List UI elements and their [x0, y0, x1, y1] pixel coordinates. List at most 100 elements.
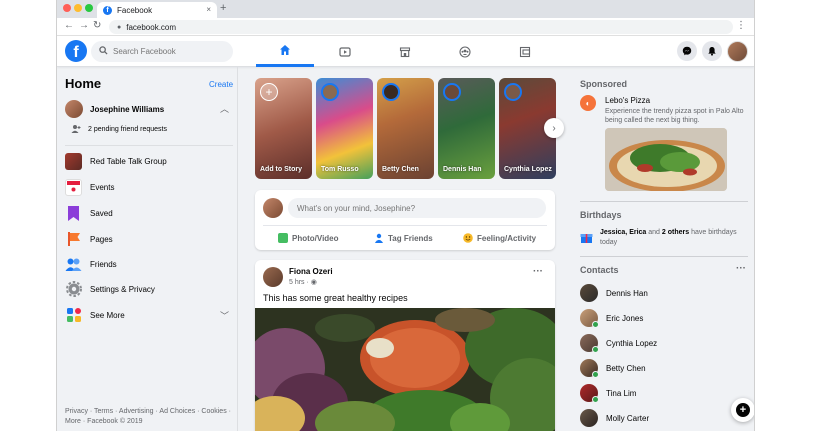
feeling-activity-button[interactable]: Feeling/Activity — [463, 231, 536, 245]
online-indicator — [592, 321, 599, 328]
tab-gaming[interactable] — [496, 36, 554, 67]
avatar — [263, 198, 283, 218]
avatar — [580, 309, 599, 328]
avatar — [443, 83, 461, 101]
video-icon — [339, 46, 351, 57]
post-options-button[interactable]: ··· — [533, 266, 543, 277]
online-indicator — [592, 346, 599, 353]
create-link[interactable]: Create — [209, 80, 233, 89]
sidebar-item-label: See More — [90, 310, 125, 320]
left-sidebar: Home Create Josephine Williams ︿ 2 pendi… — [57, 67, 238, 431]
window-minimize-button[interactable] — [74, 4, 82, 12]
online-indicator — [592, 371, 599, 378]
post-timestamp[interactable]: 5 hrs · ◉ — [289, 278, 317, 286]
sidebar-item-saved[interactable]: Saved — [65, 203, 233, 223]
browser-tab-title: Facebook — [117, 5, 153, 15]
chevron-up-icon[interactable]: ︿ — [220, 102, 229, 115]
post-text: This has some great healthy recipes — [263, 293, 408, 303]
browser-tab-strip: f Facebook × + — [57, 0, 754, 18]
new-tab-button[interactable]: + — [220, 2, 226, 14]
sidebar-item-friends[interactable]: Friends — [65, 254, 233, 274]
group-photo-icon — [65, 152, 82, 170]
gift-icon — [580, 234, 593, 243]
contact-item[interactable]: Tina Lim — [580, 384, 750, 403]
sidebar-item-label: Red Table Talk Group — [90, 156, 167, 166]
address-bar[interactable]: ● facebook.com — [109, 20, 733, 34]
tag-friends-button[interactable]: Tag Friends — [374, 231, 433, 245]
chevron-right-icon[interactable]: › — [544, 118, 564, 138]
sidebar-item-pages[interactable]: Pages — [65, 229, 233, 249]
messenger-button[interactable] — [677, 41, 697, 61]
post-photo[interactable] — [255, 308, 555, 431]
ad-title[interactable]: Lebo's Pizza — [605, 96, 650, 105]
vegetables-photo — [255, 308, 555, 431]
story-card[interactable]: Dennis Han — [438, 78, 495, 179]
avatar — [382, 83, 400, 101]
facebook-top-nav: f — [57, 36, 754, 67]
contact-item[interactable]: Cynthia Lopez — [580, 334, 750, 353]
contact-name: Dennis Han — [606, 288, 648, 298]
tab-home[interactable] — [256, 36, 314, 67]
birthday-others: 2 others — [661, 229, 690, 236]
story-name: Add to Story — [260, 166, 302, 173]
contacts-options-button[interactable]: ··· — [736, 263, 746, 274]
search-input[interactable] — [113, 47, 223, 56]
browser-menu-button[interactable]: ⋮ — [736, 20, 746, 31]
back-button[interactable]: ← — [64, 20, 74, 31]
contact-item[interactable]: Molly Carter — [580, 409, 750, 427]
birthday-text[interactable]: Jessica, Erica and 2 others have birthda… — [600, 228, 750, 248]
tab-close-icon[interactable]: × — [206, 5, 211, 14]
post-author[interactable]: Fiona Ozeri — [289, 267, 333, 276]
avatar — [504, 83, 522, 101]
avatar — [580, 334, 599, 353]
storefront-icon — [399, 46, 411, 57]
ad-image[interactable] — [605, 128, 727, 191]
tab-watch[interactable] — [316, 36, 374, 67]
browser-toolbar: ← → ↻ ● facebook.com ⋮ — [57, 18, 754, 36]
contact-item[interactable]: Betty Chen — [580, 359, 750, 378]
account-avatar[interactable] — [727, 41, 748, 62]
window-close-button[interactable] — [63, 4, 71, 12]
gaming-icon — [519, 46, 531, 57]
pizza-icon[interactable]: ◐ — [580, 95, 596, 111]
tab-marketplace[interactable] — [376, 36, 434, 67]
friends-icon — [65, 256, 82, 273]
chevron-down-icon: ﹀ — [219, 311, 229, 321]
window-zoom-button[interactable] — [85, 4, 93, 12]
new-message-button[interactable]: + — [731, 398, 754, 422]
birthday-connector: and — [646, 229, 662, 236]
photo-video-button[interactable]: Photo/Video — [278, 231, 339, 245]
forward-button[interactable]: → — [79, 20, 89, 31]
tab-groups[interactable] — [436, 36, 494, 67]
avatar — [580, 359, 599, 378]
sidebar-item-settings[interactable]: Settings & Privacy — [65, 279, 233, 299]
profile-link[interactable]: Josephine Williams ︿ — [65, 99, 233, 119]
footer-links[interactable]: Privacy · Terms · Advertising · Ad Choic… — [65, 407, 235, 427]
tag-friends-icon — [374, 233, 384, 243]
divider — [580, 256, 748, 257]
photo-icon — [278, 233, 288, 243]
reload-button[interactable]: ↻ — [93, 20, 101, 31]
contact-item[interactable]: Eric Jones — [580, 309, 750, 328]
profile-name: Josephine Williams — [90, 104, 165, 114]
status-input[interactable] — [288, 198, 546, 218]
avatar — [580, 409, 598, 427]
browser-tab[interactable]: f Facebook × — [97, 2, 217, 18]
contact-name: Eric Jones — [606, 313, 644, 323]
facebook-logo-icon[interactable]: f — [65, 40, 87, 62]
smiley-icon — [463, 233, 473, 243]
friend-requests-link[interactable]: 2 pending friend requests — [71, 124, 167, 134]
story-card[interactable]: Betty Chen — [377, 78, 434, 179]
messenger-icon — [682, 46, 692, 56]
story-card[interactable]: Tom Russo — [316, 78, 373, 179]
notifications-button[interactable] — [702, 41, 722, 61]
sidebar-item-events[interactable]: Events — [65, 177, 233, 197]
search-box[interactable] — [91, 41, 233, 62]
divider — [580, 201, 748, 202]
contact-item[interactable]: Dennis Han — [580, 284, 750, 302]
story-card-add[interactable]: + Add to Story — [255, 78, 312, 179]
bookmark-icon — [65, 205, 82, 222]
sidebar-item-red-table-talk[interactable]: Red Table Talk Group — [65, 151, 233, 171]
sidebar-item-see-more[interactable]: See More ﹀ — [65, 305, 233, 325]
avatar[interactable] — [263, 267, 283, 287]
